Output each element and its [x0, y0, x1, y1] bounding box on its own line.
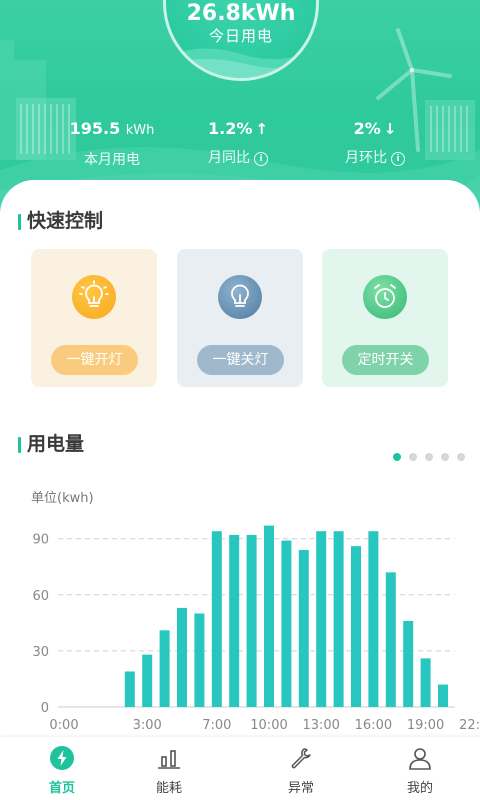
- bar: [264, 525, 274, 707]
- bar: [246, 534, 257, 707]
- info-icon[interactable]: i: [391, 152, 405, 166]
- arrow-down-icon: ↓: [383, 120, 397, 138]
- bottom-nav: 首页 能耗 异常 我的: [0, 737, 480, 800]
- y-tick-label: 0: [41, 701, 49, 716]
- bar: [298, 549, 309, 707]
- user-icon: [409, 748, 431, 770]
- x-tick-label: 16:00: [355, 718, 392, 733]
- bar: [124, 671, 135, 707]
- x-tick-label: 10:00: [250, 718, 287, 733]
- timer-switch-button[interactable]: 定时开关: [342, 345, 429, 375]
- x-tick-label: 13:00: [302, 718, 339, 733]
- x-tick-label: 19:00: [407, 718, 444, 733]
- bar: [159, 630, 170, 707]
- bulb-on-icon: [72, 275, 116, 319]
- stat-yoy-label: 月同比: [208, 150, 250, 166]
- arrow-up-icon: ↑: [255, 120, 268, 138]
- nav-label-alerts: 异常: [287, 781, 314, 796]
- bar: [211, 531, 222, 707]
- pagination-dot[interactable]: [441, 453, 449, 461]
- pagination-dots: [393, 446, 473, 461]
- lights-on-button[interactable]: 一键开灯: [51, 345, 138, 375]
- bar: [385, 572, 396, 707]
- bar: [368, 531, 379, 707]
- quick-control-title: 快速控制: [18, 211, 103, 231]
- stat-mom: 2% ↓ 月环比 i: [300, 118, 450, 167]
- wave-decoration: [166, 48, 316, 78]
- x-tick-label: 22:00: [459, 718, 480, 733]
- bar-chart-icon: [158, 750, 180, 769]
- nav-item-energy[interactable]: 能耗: [119, 737, 219, 800]
- bar: [177, 607, 187, 707]
- lights-off-button[interactable]: 一键关灯: [197, 345, 284, 375]
- bar: [438, 684, 448, 707]
- info-icon[interactable]: i: [254, 152, 268, 166]
- stat-month-usage-value: 195.5: [69, 119, 121, 138]
- y-tick-label: 60: [32, 589, 49, 604]
- nav-item-home[interactable]: 首页: [12, 737, 112, 800]
- title-accent-bar: [18, 437, 21, 453]
- chart-unit-label: 单位(kwh): [31, 491, 94, 506]
- stat-yoy: 1.2% ↑ 月同比 i: [163, 118, 313, 167]
- pagination-dot[interactable]: [425, 453, 433, 461]
- wrench-icon: [291, 748, 311, 769]
- bar: [194, 613, 205, 707]
- title-accent-bar: [18, 214, 21, 230]
- bar: [333, 531, 344, 707]
- nav-label-home: 首页: [48, 781, 75, 796]
- stat-yoy-value: 1.2%: [208, 119, 253, 138]
- y-tick-label: 90: [32, 533, 49, 548]
- nav-label-energy: 能耗: [155, 781, 182, 796]
- nav-item-profile[interactable]: 我的: [370, 737, 470, 800]
- stat-mom-value: 2%: [353, 119, 381, 138]
- stat-month-usage-unit: kWh: [125, 123, 155, 138]
- nav-item-alerts[interactable]: 异常: [251, 737, 351, 800]
- x-tick-label: 7:00: [202, 718, 231, 733]
- usage-bar-chart: 0 30 60 90 0:00 3:00 7:00 10:00 13:00 16:00 19:00 2…: [32, 525, 480, 733]
- bar: [229, 534, 240, 707]
- quick-control-card-timer[interactable]: 定时开关: [322, 249, 448, 387]
- bar: [351, 546, 361, 707]
- bar: [403, 620, 414, 707]
- bulb-off-icon: [218, 275, 262, 319]
- bar: [142, 654, 153, 707]
- x-tick-label: 3:00: [133, 718, 162, 733]
- quick-control-card-lights-on[interactable]: 一键开灯: [31, 249, 157, 387]
- pagination-dot[interactable]: [457, 453, 465, 461]
- bar: [420, 658, 431, 707]
- y-tick-label: 30: [32, 645, 49, 660]
- today-usage-value: 26.8kWh: [186, 1, 296, 26]
- main-content: 快速控制 一键开灯 一键关灯 定时开关 用电量 单位(kwh) 0 30 60 …: [0, 180, 480, 740]
- lightning-icon: [50, 746, 74, 770]
- pagination-dot[interactable]: [409, 453, 417, 461]
- nav-label-profile: 我的: [406, 781, 433, 796]
- pagination-dot[interactable]: [393, 453, 401, 461]
- stat-mom-label: 月环比: [345, 150, 387, 166]
- today-usage-circle: 26.8kWh 今日用电: [163, 0, 319, 81]
- alarm-clock-icon: [363, 275, 407, 319]
- quick-control-card-lights-off[interactable]: 一键关灯: [177, 249, 303, 387]
- x-tick-label: 0:00: [49, 718, 78, 733]
- usage-title: 用电量: [18, 434, 84, 454]
- bar: [316, 531, 327, 707]
- bar: [281, 540, 292, 707]
